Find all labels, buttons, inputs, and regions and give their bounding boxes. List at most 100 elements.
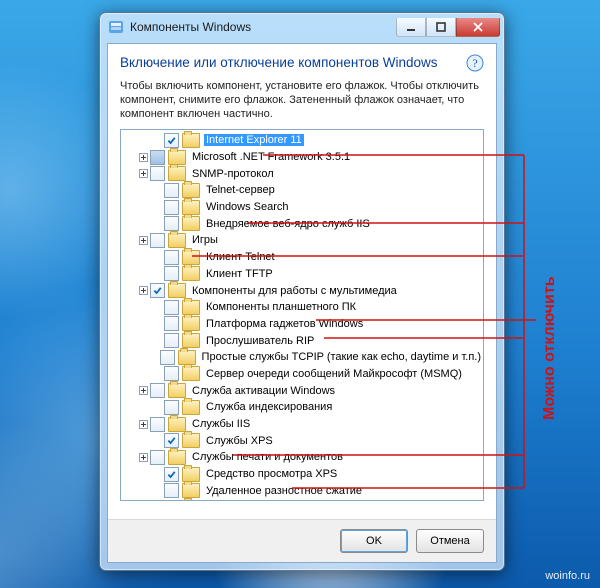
description-text: Чтобы включить компонент, установите его… xyxy=(120,79,484,121)
expand-spacer xyxy=(151,401,163,413)
feature-checkbox[interactable] xyxy=(164,400,179,415)
tree-row[interactable]: Прослушиватель RIP xyxy=(121,332,483,349)
tree-row[interactable]: Простые службы TCPIP (такие как echo, da… xyxy=(121,349,483,366)
feature-checkbox[interactable] xyxy=(164,133,179,148)
tree-row[interactable]: Компоненты планшетного ПК xyxy=(121,299,483,316)
help-icon[interactable]: ? xyxy=(466,54,484,72)
expand-icon[interactable] xyxy=(137,418,149,430)
tree-row[interactable]: Служба индексирования xyxy=(121,399,483,416)
tree-row[interactable]: Игры xyxy=(121,232,483,249)
feature-label: Службы печати и документов xyxy=(190,451,345,463)
svg-text:?: ? xyxy=(472,56,477,70)
tree-row[interactable]: Службы печати и документов xyxy=(121,449,483,466)
ok-button[interactable]: OK xyxy=(340,529,408,553)
expand-spacer xyxy=(151,251,163,263)
feature-label: Простые службы TCPIP (такие как echo, da… xyxy=(200,351,483,363)
tree-row[interactable]: Клиент Telnet xyxy=(121,249,483,266)
feature-checkbox[interactable] xyxy=(164,300,179,315)
expand-spacer xyxy=(151,318,163,330)
heading-text: Включение или отключение компонентов Win… xyxy=(120,55,438,70)
tree-row[interactable]: Компоненты для работы с мультимедиа xyxy=(121,282,483,299)
feature-checkbox[interactable] xyxy=(164,266,179,281)
folder-icon xyxy=(182,433,200,448)
tree-row[interactable]: Удаленное разностное сжатие xyxy=(121,482,483,499)
expand-icon[interactable] xyxy=(137,168,149,180)
feature-checkbox[interactable] xyxy=(164,200,179,215)
feature-checkbox[interactable] xyxy=(150,233,165,248)
expand-spacer xyxy=(151,335,163,347)
tree-row[interactable]: Фильтр Windows TIFF IFilter xyxy=(121,499,483,501)
maximize-button[interactable] xyxy=(426,18,456,37)
expand-spacer xyxy=(151,368,163,380)
tree-row[interactable]: Службы IIS xyxy=(121,416,483,433)
folder-icon xyxy=(178,350,196,365)
expand-icon[interactable] xyxy=(137,234,149,246)
feature-label: Компоненты для работы с мультимедиа xyxy=(190,285,399,297)
feature-checkbox[interactable] xyxy=(164,500,179,501)
feature-checkbox[interactable] xyxy=(150,383,165,398)
folder-icon xyxy=(168,283,186,298)
folder-icon xyxy=(182,333,200,348)
tree-row[interactable]: Клиент TFTP xyxy=(121,266,483,283)
folder-icon xyxy=(182,483,200,498)
close-button[interactable] xyxy=(456,18,500,37)
feature-checkbox[interactable] xyxy=(164,250,179,265)
feature-checkbox[interactable] xyxy=(150,150,165,165)
tree-row[interactable]: Службы XPS xyxy=(121,432,483,449)
feature-checkbox[interactable] xyxy=(164,467,179,482)
expand-icon[interactable] xyxy=(137,151,149,163)
tree-row[interactable]: Windows Search xyxy=(121,199,483,216)
feature-checkbox[interactable] xyxy=(164,333,179,348)
feature-label: Внедряемое веб-ядро служб IIS xyxy=(204,218,372,230)
expand-spacer xyxy=(151,485,163,497)
expand-spacer xyxy=(151,218,163,230)
folder-icon xyxy=(182,467,200,482)
feature-label: Служба активации Windows xyxy=(190,385,337,397)
feature-label: Сервер очереди сообщений Майкрософт (MSM… xyxy=(204,368,464,380)
feature-checkbox[interactable] xyxy=(164,366,179,381)
feature-checkbox[interactable] xyxy=(164,183,179,198)
feature-label: Telnet-сервер xyxy=(204,184,277,196)
feature-checkbox[interactable] xyxy=(150,283,165,298)
expand-icon[interactable] xyxy=(137,451,149,463)
feature-checkbox[interactable] xyxy=(150,450,165,465)
tree-row[interactable]: Telnet-сервер xyxy=(121,182,483,199)
folder-icon xyxy=(182,133,200,148)
feature-checkbox[interactable] xyxy=(160,350,175,365)
feature-label: Игры xyxy=(190,234,220,246)
tree-row[interactable]: Средство просмотра XPS xyxy=(121,466,483,483)
folder-icon xyxy=(182,316,200,331)
tree-row[interactable]: Сервер очереди сообщений Майкрософт (MSM… xyxy=(121,366,483,383)
folder-icon xyxy=(182,366,200,381)
tree-row[interactable]: SNMP-протокол xyxy=(121,165,483,182)
feature-label: Платформа гаджетов Windows xyxy=(204,318,365,330)
expand-spacer xyxy=(151,201,163,213)
expand-icon[interactable] xyxy=(137,285,149,297)
feature-checkbox[interactable] xyxy=(164,433,179,448)
expand-spacer xyxy=(148,351,159,363)
expand-spacer xyxy=(151,435,163,447)
minimize-button[interactable] xyxy=(396,18,426,37)
tree-row[interactable]: Служба активации Windows xyxy=(121,382,483,399)
feature-label: Microsoft .NET Framework 3.5.1 xyxy=(190,151,352,163)
window-title: Компоненты Windows xyxy=(130,20,251,34)
tree-row[interactable]: Microsoft .NET Framework 3.5.1 xyxy=(121,149,483,166)
expand-icon[interactable] xyxy=(137,385,149,397)
client-area: Включение или отключение компонентов Win… xyxy=(107,43,497,563)
tree-row[interactable]: Internet Explorer 11 xyxy=(121,132,483,149)
feature-checkbox[interactable] xyxy=(164,483,179,498)
tree-row[interactable]: Платформа гаджетов Windows xyxy=(121,316,483,333)
cancel-button[interactable]: Отмена xyxy=(416,529,484,553)
features-tree[interactable]: Internet Explorer 11 Microsoft .NET Frame… xyxy=(120,129,484,501)
titlebar[interactable]: Компоненты Windows xyxy=(100,13,504,41)
feature-label: Клиент Telnet xyxy=(204,251,277,263)
feature-label: Службы IIS xyxy=(190,418,252,430)
feature-checkbox[interactable] xyxy=(150,166,165,181)
expand-spacer xyxy=(151,134,163,146)
folder-icon xyxy=(182,250,200,265)
tree-row[interactable]: Внедряемое веб-ядро служб IIS xyxy=(121,215,483,232)
feature-checkbox[interactable] xyxy=(150,417,165,432)
folder-icon xyxy=(182,400,200,415)
feature-checkbox[interactable] xyxy=(164,316,179,331)
feature-checkbox[interactable] xyxy=(164,216,179,231)
